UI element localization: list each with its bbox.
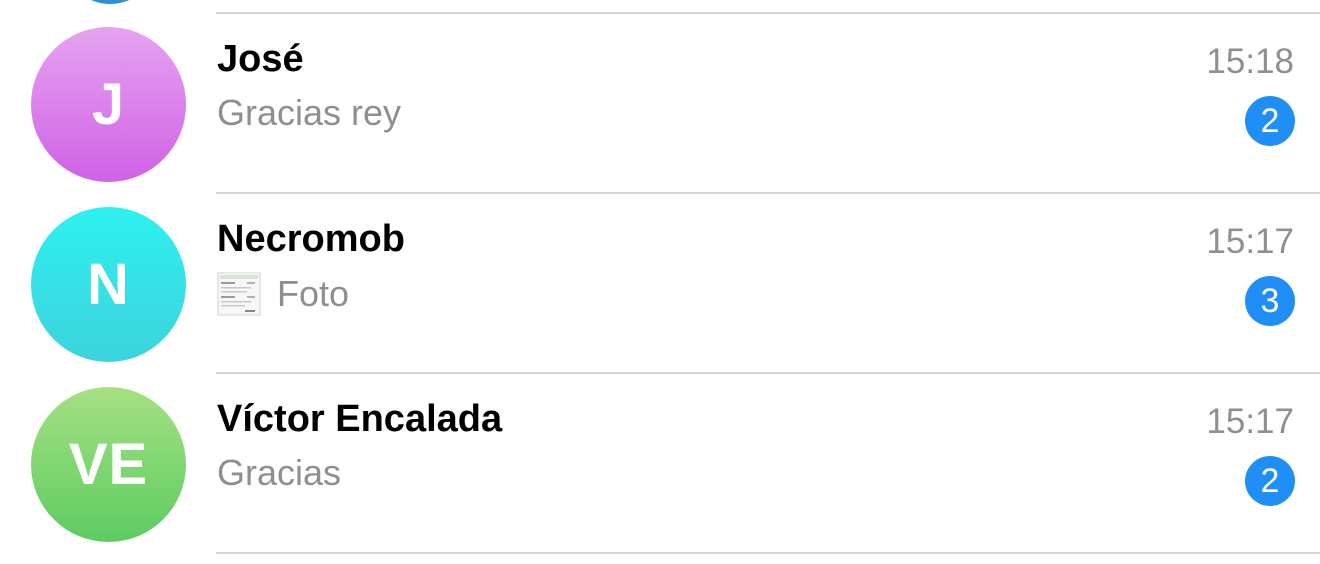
avatar-initials: N (87, 252, 130, 317)
avatar-initials: VE (68, 432, 149, 497)
message-preview-text: Foto (277, 273, 350, 314)
message-time: 15:17 (1206, 222, 1294, 261)
unread-count: 3 (1260, 281, 1280, 320)
unread-badge: 3 (1245, 276, 1295, 326)
unread-count: 2 (1260, 101, 1280, 140)
unread-count: 2 (1260, 461, 1280, 500)
unread-badge: 2 (1245, 96, 1295, 146)
previous-chat-avatar[interactable] (70, 0, 150, 4)
chat-name: Víctor Encalada (217, 398, 503, 440)
chat-row-jose[interactable]: J José Gracias rey 15:18 2 (0, 14, 1320, 194)
unread-badge: 2 (1245, 456, 1295, 506)
message-preview: Gracias rey (217, 92, 401, 134)
photo-thumbnail-icon (217, 272, 261, 316)
message-preview-text: Gracias (217, 452, 342, 493)
message-preview-text: Gracias rey (217, 92, 402, 133)
chat-row-victor-encalada[interactable]: VE Víctor Encalada Gracias 15:17 2 (0, 374, 1320, 554)
avatar-initials: J (91, 72, 126, 137)
avatar[interactable]: N (31, 207, 186, 362)
message-time: 15:18 (1206, 42, 1294, 81)
row-separator (216, 552, 1320, 554)
chat-list: J José Gracias rey 15:18 2 N Necromob Fo… (0, 0, 1320, 564)
message-preview: Foto (217, 272, 349, 316)
chat-name: José (217, 38, 304, 80)
chat-name: Necromob (217, 218, 405, 260)
avatar[interactable]: VE (31, 387, 186, 542)
avatar[interactable]: J (31, 27, 186, 182)
chat-row-necromob[interactable]: N Necromob Foto 15:17 3 (0, 194, 1320, 374)
message-time: 15:17 (1206, 402, 1294, 441)
message-preview: Gracias (217, 452, 341, 494)
